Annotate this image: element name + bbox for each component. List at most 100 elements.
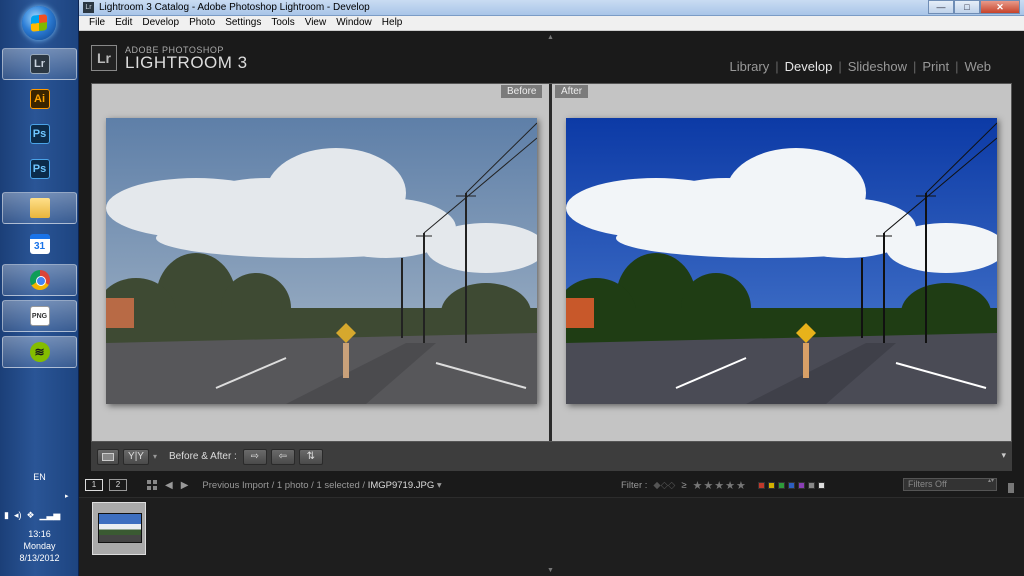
tray-expand-icon[interactable]: ▸ [65, 492, 69, 500]
mode-dropdown-icon[interactable]: ▾ [153, 452, 157, 461]
menu-edit[interactable]: Edit [110, 16, 137, 30]
taskbar-app-illustrator[interactable]: Ai [2, 83, 77, 115]
module-slideshow[interactable]: Slideshow [842, 59, 913, 74]
photoshop-icon: Ps [29, 124, 50, 144]
menu-file[interactable]: File [84, 16, 110, 30]
color-label-blue[interactable] [787, 482, 795, 489]
calendar-icon: 31 [29, 234, 50, 254]
filmstrip [79, 497, 1024, 576]
language-indicator[interactable]: EN [0, 472, 79, 482]
menu-photo[interactable]: Photo [184, 16, 220, 30]
rating-operator[interactable]: ≥ [681, 480, 686, 491]
before-pane[interactable]: Before [92, 84, 549, 470]
taskbar-app-chrome[interactable] [2, 264, 77, 296]
module-print[interactable]: Print [916, 59, 955, 74]
menu-help[interactable]: Help [377, 16, 408, 30]
image-file-icon: PNG [29, 306, 50, 326]
before-label: Before [501, 85, 543, 98]
color-label-none[interactable] [817, 482, 825, 489]
filmstrip-source[interactable]: Previous Import / 1 photo / 1 selected /… [202, 480, 441, 491]
before-after-label: Before & After : [169, 451, 237, 462]
battery-icon[interactable]: ▮ [4, 510, 9, 521]
source-dropdown-icon[interactable]: ▾ [434, 480, 442, 491]
color-label-custom[interactable] [807, 482, 815, 489]
clock-time: 13:16 [28, 529, 51, 539]
module-picker: Library | Develop | Slideshow | Print | … [723, 59, 997, 74]
close-button[interactable]: ✕ [980, 0, 1020, 14]
filter-label: Filter : [621, 480, 648, 491]
filter-presets-dropdown[interactable]: Filters Off [903, 478, 997, 491]
app-icon[interactable]: Lr [83, 2, 94, 13]
system-clock[interactable]: 13:16 Monday 8/13/2012 [0, 528, 79, 564]
lightroom-logo: Lr [91, 45, 117, 71]
menu-view[interactable]: View [300, 16, 332, 30]
taskbar-app-calendar[interactable]: 31 [2, 228, 77, 260]
toolbar-content-menu-icon[interactable]: ▾ [1001, 450, 1006, 461]
top-panel-toggle-icon[interactable]: ▲ [547, 34, 554, 41]
color-label-purple[interactable] [797, 482, 805, 489]
grid-view-icon[interactable] [147, 480, 157, 490]
rating-filter[interactable]: ★ ★ ★ ★ ★ [693, 479, 746, 492]
copy-before-to-after-button[interactable]: ⇨ [242, 448, 267, 465]
filmstrip-thumbnail[interactable] [98, 513, 142, 543]
system-tray: ▮ ◂) ❖ ▁▃▅ [4, 510, 60, 521]
chrome-icon [29, 270, 50, 290]
before-after-mode-button[interactable]: Y|Y [123, 448, 149, 465]
copy-after-to-before-button[interactable]: ⇦ [270, 448, 295, 465]
menu-window[interactable]: Window [331, 16, 377, 30]
forward-arrow-icon[interactable]: ▶ [181, 480, 189, 491]
window-title: Lightroom 3 Catalog - Adobe Photoshop Li… [99, 2, 370, 13]
after-photo[interactable] [566, 118, 997, 404]
taskbar-app-document[interactable]: PNG [2, 300, 77, 332]
brand-line-2: LIGHTROOM 3 [125, 53, 248, 72]
illustrator-icon: Ai [29, 89, 50, 109]
filter-bar: Filter : ◆◇◇ ≥ ★ ★ ★ ★ ★ [621, 479, 825, 492]
menu-bar: File Edit Develop Photo Settings Tools V… [79, 16, 1024, 31]
star-icon[interactable]: ★ [714, 479, 724, 492]
taskbar-app-lightroom[interactable]: Lr [2, 48, 77, 80]
module-develop[interactable]: Develop [779, 59, 839, 74]
network-icon[interactable]: ▁▃▅ [40, 510, 61, 521]
start-button[interactable] [22, 6, 56, 40]
taskbar-app-explorer[interactable] [2, 192, 77, 224]
star-icon[interactable]: ★ [703, 479, 713, 492]
star-icon[interactable]: ★ [693, 479, 703, 492]
after-label: After [555, 85, 589, 98]
color-label-green[interactable] [777, 482, 785, 489]
volume-icon[interactable]: ◂) [14, 510, 22, 521]
main-screen-button[interactable]: 1 [85, 479, 103, 491]
back-arrow-icon[interactable]: ◀ [165, 480, 173, 491]
maximize-button[interactable]: □ [954, 0, 980, 14]
window-titlebar[interactable]: Lr Lightroom 3 Catalog - Adobe Photoshop… [79, 0, 1024, 16]
color-label-yellow[interactable] [767, 482, 775, 489]
photoshop-icon: Ps [29, 159, 50, 179]
source-filename: IMGP9719.JPG [367, 479, 435, 491]
develop-toolbar: Y|Y ▾ Before & After : ⇨ ⇦ ⇅ ▾ [91, 441, 1012, 471]
swap-before-after-button[interactable]: ⇅ [298, 448, 323, 465]
taskbar-app-spotify[interactable]: ≋ [2, 336, 77, 368]
module-library[interactable]: Library [723, 59, 775, 74]
filmstrip-scrollbar[interactable] [1008, 483, 1014, 493]
windows-taskbar: Lr Ai Ps Ps 31 PNG ≋ EN ▸ ▮ ◂) ❖ ▁▃▅ 13:… [0, 0, 79, 576]
before-photo[interactable] [106, 118, 537, 404]
bottom-panel-toggle-icon[interactable]: ▼ [547, 567, 554, 574]
module-web[interactable]: Web [959, 59, 998, 74]
spotify-icon: ≋ [29, 342, 50, 362]
dropbox-icon[interactable]: ❖ [26, 510, 34, 521]
lightroom-icon: Lr [29, 54, 50, 74]
source-path: Previous Import / 1 photo / 1 selected / [202, 479, 368, 491]
menu-tools[interactable]: Tools [266, 16, 299, 30]
minimize-button[interactable]: — [928, 0, 954, 14]
loupe-view-button[interactable] [97, 448, 119, 465]
taskbar-app-photoshop-1[interactable]: Ps [2, 118, 77, 150]
star-icon[interactable]: ★ [736, 479, 746, 492]
flag-filter-icons[interactable]: ◆◇◇ [653, 480, 675, 491]
secondary-screen-button[interactable]: 2 [109, 479, 127, 491]
filmstrip-thumbnail-cell[interactable] [92, 502, 146, 555]
menu-develop[interactable]: Develop [137, 16, 184, 30]
star-icon[interactable]: ★ [725, 479, 735, 492]
after-pane[interactable]: After [552, 84, 1011, 470]
menu-settings[interactable]: Settings [220, 16, 266, 30]
color-label-red[interactable] [757, 482, 765, 489]
taskbar-app-photoshop-2[interactable]: Ps [2, 153, 77, 185]
